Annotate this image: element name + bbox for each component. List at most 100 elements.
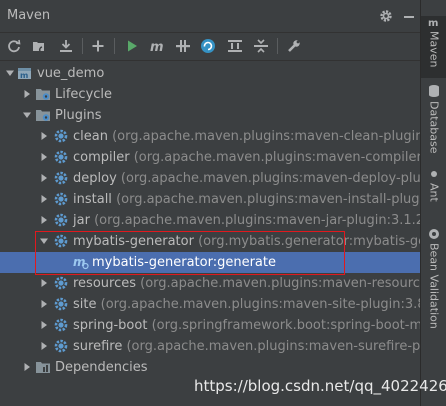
download-icon[interactable] [57, 37, 75, 55]
goal-item-generate[interactable]: m mybatis-generator:generate [0, 252, 420, 273]
collapsed-arrow-icon[interactable] [22, 362, 32, 372]
run-icon[interactable] [123, 37, 141, 55]
plugin-item[interactable]: install (org.apache.maven.plugins:maven-… [0, 189, 420, 210]
sidebar-tab-ant[interactable]: Ant [421, 168, 446, 212]
toolbar-separator [277, 38, 278, 54]
hide-icon[interactable] [402, 8, 416, 27]
gear-icon[interactable] [378, 8, 394, 27]
plugin-coordinates: (org.apache.maven.plugins:maven-compiler… [133, 150, 420, 165]
collapsed-arrow-icon[interactable] [22, 89, 32, 99]
plugins-label: Plugins [55, 108, 102, 123]
plugin-coordinates: (org.apache.maven.plugins:maven-deploy-p… [120, 171, 420, 186]
maven-project-icon: m [18, 68, 31, 80]
plugin-coordinates: (org.apache.maven.plugins:maven-clean-pl… [112, 129, 420, 144]
reimport-icon[interactable] [5, 37, 23, 55]
plugin-item[interactable]: surefire (org.apache.maven.plugins:maven… [0, 336, 420, 357]
plugin-name: surefire [73, 339, 123, 354]
project-name: vue_demo [37, 66, 105, 81]
plugin-item[interactable]: deploy (org.apache.maven.plugins:maven-d… [0, 168, 420, 189]
maven-goal-icon: m [73, 255, 89, 270]
settings-wrench-icon[interactable] [285, 37, 303, 55]
sidebar-tab-label: Bean Validation [427, 243, 441, 329]
plugin-name: deploy [73, 171, 117, 186]
sidebar-tab-bean-validation[interactable]: Bean Validation [421, 228, 446, 332]
plugin-gear-icon [54, 339, 68, 353]
plugin-name: resources [73, 276, 137, 291]
collapsed-arrow-icon[interactable] [39, 299, 49, 309]
plugin-item[interactable]: compiler (org.apache.maven.plugins:maven… [0, 147, 420, 168]
right-tool-sidebar: m Maven Database Ant Bean Validation [420, 0, 446, 406]
toolbar-separator [114, 38, 115, 54]
plugin-gear-icon [54, 213, 68, 227]
watermark-text: https://blog.csdn.net/qq_40224261 [194, 377, 446, 395]
sidebar-tab-label: Ant [427, 183, 441, 202]
plugin-coordinates: (org.mybatis.generator:mybatis-generato [198, 234, 420, 249]
database-icon [429, 85, 439, 97]
collapsed-arrow-icon[interactable] [39, 152, 49, 162]
ant-icon [431, 171, 437, 177]
plugin-coordinates: (org.springframework.boot:spring-boot-ma… [151, 318, 420, 333]
collapse-all-icon[interactable] [252, 37, 270, 55]
collapsed-arrow-icon[interactable] [39, 320, 49, 330]
expanded-arrow-icon[interactable] [39, 236, 49, 246]
plugin-coordinates: (org.apache.maven.plugins:maven-install-… [116, 192, 420, 207]
lifecycle-label: Lifecycle [55, 87, 113, 102]
panel-title: Maven [7, 8, 51, 23]
bean-validation-icon [429, 229, 439, 239]
plugin-gear-icon [54, 171, 68, 185]
svg-text:m: m [150, 40, 164, 53]
plugin-gear-icon [54, 297, 68, 311]
plugins-folder-icon [36, 110, 50, 121]
maven-toolbar: m [0, 33, 420, 61]
plugin-name: jar [73, 213, 90, 228]
plugin-coordinates: (org.apache.maven.plugins:maven-site-plu… [100, 297, 420, 312]
tree-row-root[interactable]: m vue_demo [0, 63, 420, 84]
skip-tests-icon[interactable] [199, 37, 217, 55]
plugin-name: compiler [73, 150, 130, 165]
collapsed-arrow-icon[interactable] [39, 215, 49, 225]
collapsed-arrow-icon[interactable] [39, 131, 49, 141]
plugin-item[interactable]: jar (org.apache.maven.plugins:maven-jar-… [0, 210, 420, 231]
sidebar-tab-label: Database [427, 101, 441, 154]
expanded-arrow-icon[interactable] [5, 68, 15, 78]
sidebar-tab-maven[interactable]: m Maven [421, 16, 446, 78]
dependencies-label: Dependencies [55, 360, 148, 375]
plugin-name: clean [73, 129, 108, 144]
maven-project-tree: m vue_demo Lifecycle Plugins clean (org.… [0, 61, 420, 406]
plugin-coordinates: (org.apache.maven.plugins:maven-jar-plug… [94, 213, 420, 228]
sidebar-tab-label: Maven [427, 31, 441, 68]
dependencies-folder-icon [36, 362, 50, 373]
plugin-coordinates: (org.apache.maven.plugins:maven-resource… [140, 276, 420, 291]
plugin-name: install [73, 192, 112, 207]
plugin-gear-icon [54, 150, 68, 164]
plugin-gear-icon [54, 192, 68, 206]
show-dependencies-icon[interactable] [226, 37, 244, 55]
plugin-coordinates: (org.apache.maven.plugins:maven-surefire… [126, 339, 420, 354]
add-icon[interactable] [89, 37, 107, 55]
plugin-name: mybatis-generator [73, 234, 194, 249]
tool-window-header: Maven [0, 0, 420, 33]
collapsed-arrow-icon[interactable] [39, 194, 49, 204]
tree-row-lifecycle[interactable]: Lifecycle [0, 84, 420, 105]
execute-goal-icon[interactable]: m [148, 37, 166, 55]
plugin-item[interactable]: clean (org.apache.maven.plugins:maven-cl… [0, 126, 420, 147]
plugin-item[interactable]: resources (org.apache.maven.plugins:mave… [0, 273, 420, 294]
collapsed-arrow-icon[interactable] [39, 173, 49, 183]
expanded-arrow-icon[interactable] [22, 110, 32, 120]
plugin-name: site [73, 297, 97, 312]
tree-row-dependencies[interactable]: Dependencies [0, 357, 420, 378]
collapsed-arrow-icon[interactable] [39, 278, 49, 288]
generate-sources-icon[interactable] [31, 37, 49, 55]
collapsed-arrow-icon[interactable] [39, 341, 49, 351]
plugin-name: spring-boot [73, 318, 148, 333]
svg-text:m: m [20, 71, 28, 80]
maven-tab-icon: m [428, 18, 438, 28]
plugin-item[interactable]: site (org.apache.maven.plugins:maven-sit… [0, 294, 420, 315]
plugin-gear-icon [54, 234, 68, 248]
sidebar-tab-database[interactable]: Database [421, 84, 446, 160]
plugin-item[interactable]: spring-boot (org.springframework.boot:sp… [0, 315, 420, 336]
plugin-item-mybatis-generator[interactable]: mybatis-generator (org.mybatis.generator… [0, 231, 420, 252]
lifecycle-folder-icon [36, 89, 50, 100]
toggle-offline-icon[interactable] [174, 37, 192, 55]
tree-row-plugins[interactable]: Plugins [0, 105, 420, 126]
